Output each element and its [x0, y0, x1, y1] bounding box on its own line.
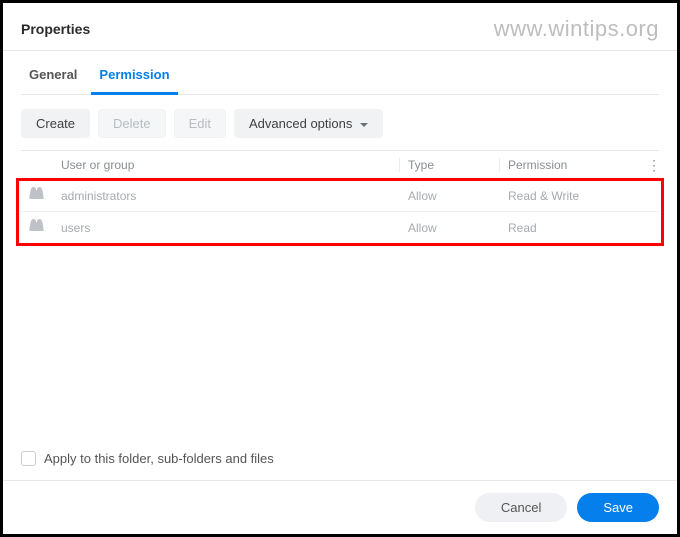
- row-type: Allow: [399, 189, 499, 203]
- apply-row: Apply to this folder, sub-folders and fi…: [21, 440, 659, 480]
- apply-label: Apply to this folder, sub-folders and fi…: [44, 451, 274, 466]
- row-permission: Read: [499, 221, 639, 235]
- table-header: User or group Type Permission ⋮: [21, 150, 659, 180]
- header-type[interactable]: Type: [399, 158, 499, 172]
- table-row[interactable]: users Allow Read: [21, 212, 659, 244]
- apply-checkbox[interactable]: [21, 451, 36, 466]
- header-menu[interactable]: ⋮: [639, 158, 659, 173]
- delete-button: Delete: [98, 109, 166, 138]
- dialog-footer: Cancel Save: [3, 480, 677, 534]
- kebab-icon: ⋮: [647, 157, 661, 173]
- header-user-or-group[interactable]: User or group: [53, 158, 399, 172]
- row-icon-cell: [21, 188, 53, 203]
- create-button[interactable]: Create: [21, 109, 90, 138]
- group-icon: [29, 220, 45, 232]
- edit-button: Edit: [174, 109, 226, 138]
- tab-permission[interactable]: Permission: [91, 59, 177, 95]
- titlebar: Properties www.wintips.org: [3, 3, 677, 51]
- toolbar: Create Delete Edit Advanced options: [21, 95, 659, 150]
- window-title: Properties: [21, 21, 90, 37]
- tab-bar: General Permission: [21, 59, 659, 95]
- row-name: administrators: [53, 189, 399, 203]
- chevron-down-icon: [360, 123, 368, 127]
- advanced-options-label: Advanced options: [249, 116, 352, 131]
- cancel-button[interactable]: Cancel: [475, 493, 567, 522]
- advanced-options-button[interactable]: Advanced options: [234, 109, 383, 138]
- table-row[interactable]: administrators Allow Read & Write: [21, 180, 659, 212]
- row-permission: Read & Write: [499, 189, 639, 203]
- tab-general[interactable]: General: [21, 59, 85, 95]
- watermark-text: www.wintips.org: [494, 16, 659, 42]
- table-empty-space: [21, 244, 659, 440]
- row-name: users: [53, 221, 399, 235]
- table-body: administrators Allow Read & Write users …: [21, 180, 659, 244]
- row-type: Allow: [399, 221, 499, 235]
- properties-dialog: Properties www.wintips.org General Permi…: [3, 3, 677, 534]
- header-permission[interactable]: Permission: [499, 158, 639, 172]
- save-button[interactable]: Save: [577, 493, 659, 522]
- row-icon-cell: [21, 220, 53, 235]
- content-area: General Permission Create Delete Edit Ad…: [3, 51, 677, 480]
- permissions-table: User or group Type Permission ⋮ administ…: [21, 150, 659, 480]
- group-icon: [29, 188, 45, 200]
